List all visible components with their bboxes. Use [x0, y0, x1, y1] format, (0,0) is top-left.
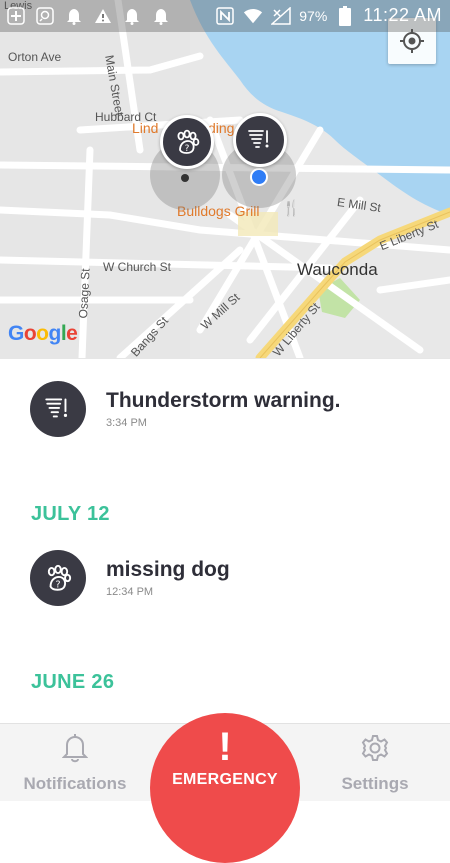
svg-text:?: ?	[55, 580, 60, 591]
paw-alert-icon: ?	[177, 129, 200, 154]
restaurant-icon: 🍴	[282, 200, 301, 217]
status-clock: 11:22 AM	[363, 5, 442, 25]
warning-icon	[93, 6, 113, 26]
emergency-label: EMERGENCY	[172, 771, 278, 788]
emergency-button[interactable]: ! EMERGENCY	[150, 713, 300, 863]
map-label-wauconda: Wauconda	[297, 260, 378, 279]
nfc-icon	[215, 6, 235, 26]
nav-notifications-label: Notifications	[23, 774, 127, 793]
date-header: JULY 12	[31, 503, 110, 525]
wifi-icon	[243, 6, 263, 26]
alert-avatar	[30, 381, 86, 437]
alert-item-thunderstorm[interactable]: Thunderstorm warning. 3:34 PM	[30, 381, 341, 437]
tornado-alert-icon	[45, 398, 68, 418]
alert-title: missing dog	[106, 558, 230, 581]
map-pin-thunderstorm[interactable]	[233, 113, 287, 167]
alert-title: Thunderstorm warning.	[106, 389, 341, 412]
date-header: JUNE 26	[31, 671, 115, 693]
map-label-w-church-st: W Church St	[103, 260, 172, 274]
exclamation-icon: !	[218, 725, 232, 769]
my-location-dot	[250, 168, 268, 186]
signal-icon	[271, 6, 291, 26]
alert-avatar: ?	[30, 550, 86, 606]
bell-icon	[64, 6, 84, 26]
nav-settings[interactable]: Settings	[300, 724, 450, 801]
status-bar: 97% 11:22 AM	[0, 0, 450, 32]
bell-icon	[62, 734, 88, 763]
battery-percent: 97%	[299, 7, 328, 24]
nav-notifications[interactable]: Notifications	[0, 724, 150, 801]
map-pin-missing-dog[interactable]: ?	[160, 115, 214, 169]
map-label-osage-st: Osage St	[76, 268, 93, 319]
gear-icon	[361, 735, 389, 761]
alert-item-missing-dog[interactable]: ? missing dog 12:34 PM	[30, 550, 230, 606]
battery-icon	[335, 5, 355, 26]
tornado-alert-icon	[248, 130, 269, 148]
google-logo: Google	[8, 322, 78, 345]
svg-text:?: ?	[185, 144, 190, 154]
alert-time: 12:34 PM	[106, 586, 154, 598]
search-icon	[35, 6, 55, 26]
map-label-lindo: Lind	[132, 120, 159, 136]
alert-time: 3:34 PM	[106, 417, 147, 429]
dog-alert-location-dot	[181, 174, 189, 182]
alerts-list[interactable]: Thunderstorm warning. 3:34 PM JULY 12 ? …	[0, 358, 450, 724]
map-label-orton-ave: Orton Ave	[8, 50, 62, 64]
nav-settings-label: Settings	[341, 774, 409, 793]
bell-icon	[122, 6, 142, 26]
map-view[interactable]: Lewis Orton Ave Main Street Hubbard Ct L…	[0, 0, 450, 358]
bell-icon	[151, 6, 171, 26]
paw-alert-icon: ?	[47, 564, 72, 591]
plus-icon	[6, 6, 26, 26]
